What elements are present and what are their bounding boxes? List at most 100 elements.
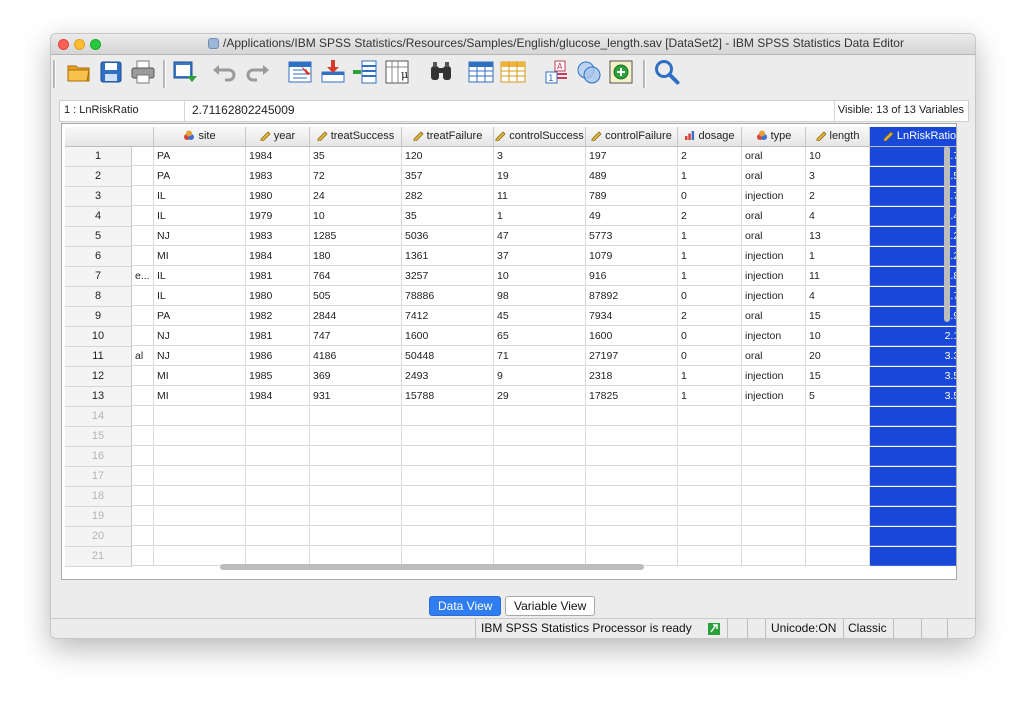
empty-cell[interactable] <box>310 427 402 446</box>
redo-icon[interactable] <box>243 58 271 86</box>
insert-cases-icon[interactable] <box>467 58 495 86</box>
empty-cell[interactable] <box>678 447 742 466</box>
hidden-column-cell[interactable] <box>132 467 154 486</box>
cell-type[interactable]: injection <box>742 267 806 286</box>
cell-length[interactable]: 4 <box>806 207 870 226</box>
cell-controlsuccess[interactable]: 98 <box>494 287 586 306</box>
empty-cell[interactable] <box>678 487 742 506</box>
empty-cell[interactable] <box>586 507 678 526</box>
cell-controlfailure[interactable]: 87892 <box>586 287 678 306</box>
cell-dosage[interactable]: 1 <box>678 267 742 286</box>
cell-treatfailure[interactable]: 1361 <box>402 247 494 266</box>
hidden-column-cell[interactable] <box>132 307 154 326</box>
cell-value-input[interactable]: 2.71162802245009 <box>192 103 295 117</box>
cell-treatfailure[interactable]: 7412 <box>402 307 494 326</box>
cell-treatfailure[interactable]: 120 <box>402 147 494 166</box>
row-number[interactable]: 1 <box>65 147 132 167</box>
empty-cell[interactable] <box>310 447 402 466</box>
empty-cell[interactable] <box>494 507 586 526</box>
hidden-column-cell[interactable] <box>132 447 154 466</box>
cell-treatsuccess[interactable]: 747 <box>310 327 402 346</box>
hidden-column-cell[interactable] <box>132 527 154 546</box>
cell-year[interactable]: 1983 <box>246 227 310 246</box>
cell-treatsuccess[interactable]: 764 <box>310 267 402 286</box>
cell-year[interactable]: 1981 <box>246 267 310 286</box>
minimize-window-button[interactable] <box>74 39 85 50</box>
open-folder-icon[interactable] <box>65 58 93 86</box>
hidden-column-cell[interactable] <box>132 167 154 186</box>
cell-lnriskratio[interactable]: 3.53 <box>870 387 956 406</box>
cell-site[interactable]: NJ <box>154 327 246 346</box>
cell-treatfailure[interactable]: 5036 <box>402 227 494 246</box>
cell-type[interactable]: oral <box>742 227 806 246</box>
cell-type[interactable]: injection <box>742 287 806 306</box>
cell-year[interactable]: 1986 <box>246 347 310 366</box>
cell-controlfailure[interactable]: 5773 <box>586 227 678 246</box>
empty-cell[interactable] <box>742 427 806 446</box>
title-bar[interactable]: /Applications/IBM SPSS Statistics/Resour… <box>51 34 975 55</box>
cell-dosage[interactable]: 2 <box>678 307 742 326</box>
empty-cell[interactable] <box>310 407 402 426</box>
empty-cell[interactable] <box>806 527 870 546</box>
row-number[interactable]: 8 <box>65 287 132 307</box>
empty-cell[interactable] <box>806 427 870 446</box>
recall-dialog-icon[interactable] <box>171 58 199 86</box>
cell-site[interactable]: IL <box>154 287 246 306</box>
cell-year[interactable]: 1982 <box>246 307 310 326</box>
column-header-treatsuccess[interactable]: treatSuccess <box>310 127 402 147</box>
print-icon[interactable] <box>129 58 157 86</box>
column-header-lnriskratio[interactable]: LnRiskRatio <box>870 127 956 147</box>
cell-dosage[interactable]: 1 <box>678 387 742 406</box>
empty-cell[interactable] <box>154 407 246 426</box>
empty-cell[interactable] <box>494 527 586 546</box>
empty-cell[interactable] <box>742 467 806 486</box>
empty-cell[interactable] <box>310 507 402 526</box>
empty-cell[interactable] <box>246 507 310 526</box>
hidden-column-cell[interactable] <box>132 207 154 226</box>
row-number[interactable]: 19 <box>65 507 132 527</box>
cell-lnriskratio[interactable]: 3.51 <box>870 367 956 386</box>
cell-site[interactable]: NJ <box>154 347 246 366</box>
column-header-site[interactable]: site <box>154 127 246 147</box>
cell-length[interactable]: 4 <box>806 287 870 306</box>
cell-treatsuccess[interactable]: 2844 <box>310 307 402 326</box>
cell-type[interactable]: injection <box>742 367 806 386</box>
empty-cell[interactable] <box>246 427 310 446</box>
cell-site[interactable]: NJ <box>154 227 246 246</box>
cell-year[interactable]: 1979 <box>246 207 310 226</box>
empty-cell[interactable] <box>154 507 246 526</box>
hidden-column-cell[interactable] <box>132 147 154 166</box>
cell-controlsuccess[interactable]: 37 <box>494 247 586 266</box>
empty-cell[interactable] <box>742 447 806 466</box>
empty-cell[interactable] <box>246 447 310 466</box>
cell-lnriskratio[interactable]: 3.38 <box>870 347 956 366</box>
cell-treatsuccess[interactable]: 1285 <box>310 227 402 246</box>
cell-controlfailure[interactable]: 27197 <box>586 347 678 366</box>
search-icon[interactable] <box>653 58 681 86</box>
cell-year[interactable]: 1984 <box>246 147 310 166</box>
cell-controlfailure[interactable]: 17825 <box>586 387 678 406</box>
empty-cell[interactable] <box>870 407 956 426</box>
cell-controlsuccess[interactable]: 65 <box>494 327 586 346</box>
empty-cell[interactable] <box>586 487 678 506</box>
cell-dosage[interactable]: 1 <box>678 227 742 246</box>
row-number[interactable]: 5 <box>65 227 132 247</box>
column-header-length[interactable]: length <box>806 127 870 147</box>
cell-controlsuccess[interactable]: 71 <box>494 347 586 366</box>
hidden-column-cell[interactable] <box>132 427 154 446</box>
insert-variable-icon[interactable] <box>499 58 527 86</box>
cell-site[interactable]: IL <box>154 207 246 226</box>
empty-cell[interactable] <box>246 467 310 486</box>
tab-variable-view[interactable]: Variable View <box>505 596 596 616</box>
empty-cell[interactable] <box>154 467 246 486</box>
cell-length[interactable]: 5 <box>806 387 870 406</box>
hidden-column-cell[interactable] <box>132 327 154 346</box>
row-number[interactable]: 6 <box>65 247 132 267</box>
hidden-column-cell[interactable]: e... <box>132 267 154 286</box>
empty-cell[interactable] <box>870 527 956 546</box>
cell-length[interactable]: 10 <box>806 147 870 166</box>
cell-length[interactable]: 11 <box>806 267 870 286</box>
cell-site[interactable]: MI <box>154 387 246 406</box>
cell-treatsuccess[interactable]: 72 <box>310 167 402 186</box>
cell-treatfailure[interactable]: 15788 <box>402 387 494 406</box>
